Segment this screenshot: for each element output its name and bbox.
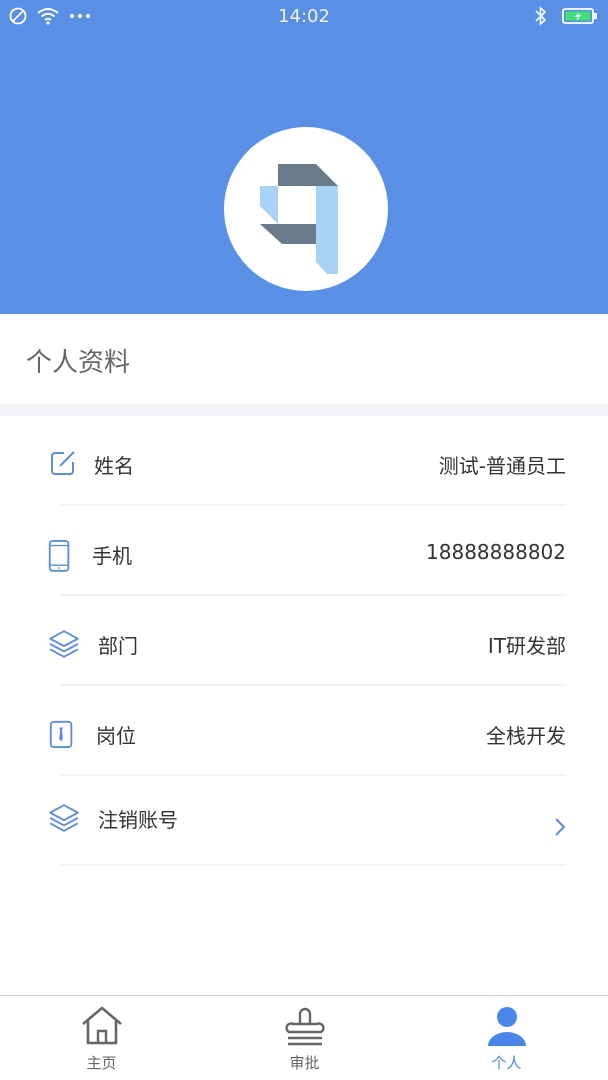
- status-bar: 14:02: [0, 0, 608, 34]
- row-phone[interactable]: 手机 18888888802: [0, 506, 608, 596]
- section-separator: [0, 404, 608, 416]
- profile-list: 姓名 测试-普通员工 手机 18888888802 部门 IT研发部 岗位 全栈…: [0, 416, 608, 866]
- tab-approval[interactable]: 审批: [203, 996, 406, 1080]
- phone-icon: [48, 540, 70, 572]
- row-value-phone: 18888888802: [426, 540, 566, 564]
- company-logo-icon: [260, 164, 338, 274]
- avatar[interactable]: [224, 127, 388, 291]
- tab-label-approval: 审批: [289, 1054, 320, 1072]
- bluetooth-icon: [535, 6, 547, 26]
- tab-label-personal: 个人: [491, 1054, 522, 1072]
- badge-icon: [49, 720, 73, 748]
- chevron-right-icon: [555, 818, 566, 836]
- section-title: 个人资料: [0, 314, 608, 404]
- bottom-tab-bar: 主页 审批 个人: [0, 995, 608, 1080]
- row-label-cancel-account: 注销账号: [98, 808, 178, 832]
- layers-icon: [49, 630, 79, 658]
- tab-personal[interactable]: 个人: [405, 996, 608, 1080]
- tab-label-home: 主页: [86, 1054, 117, 1072]
- section-title-text: 个人资料: [26, 348, 131, 378]
- row-department[interactable]: 部门 IT研发部: [0, 596, 608, 686]
- status-time: 14:02: [278, 6, 330, 27]
- row-value-department: IT研发部: [487, 634, 566, 658]
- edit-icon: [51, 451, 75, 475]
- row-label-name: 姓名: [94, 454, 134, 478]
- row-label-position: 岗位: [96, 724, 136, 748]
- home-icon: [81, 1006, 122, 1045]
- row-label-phone: 手机: [92, 544, 132, 568]
- battery-icon: [562, 8, 597, 24]
- status-right: [534, 6, 598, 26]
- stamp-icon: [284, 1007, 325, 1046]
- row-name[interactable]: 姓名 测试-普通员工: [0, 416, 608, 506]
- row-value-position: 全栈开发: [486, 724, 566, 748]
- row-position[interactable]: 岗位 全栈开发: [0, 686, 608, 776]
- row-divider: [60, 864, 566, 866]
- row-value-name: 测试-普通员工: [438, 454, 566, 478]
- row-label-department: 部门: [98, 634, 138, 658]
- tab-home[interactable]: 主页: [0, 996, 203, 1080]
- person-icon: [487, 1007, 526, 1046]
- row-cancel-account[interactable]: 注销账号: [0, 776, 608, 866]
- layers-icon: [49, 804, 79, 832]
- profile-header: 14:02: [0, 0, 608, 314]
